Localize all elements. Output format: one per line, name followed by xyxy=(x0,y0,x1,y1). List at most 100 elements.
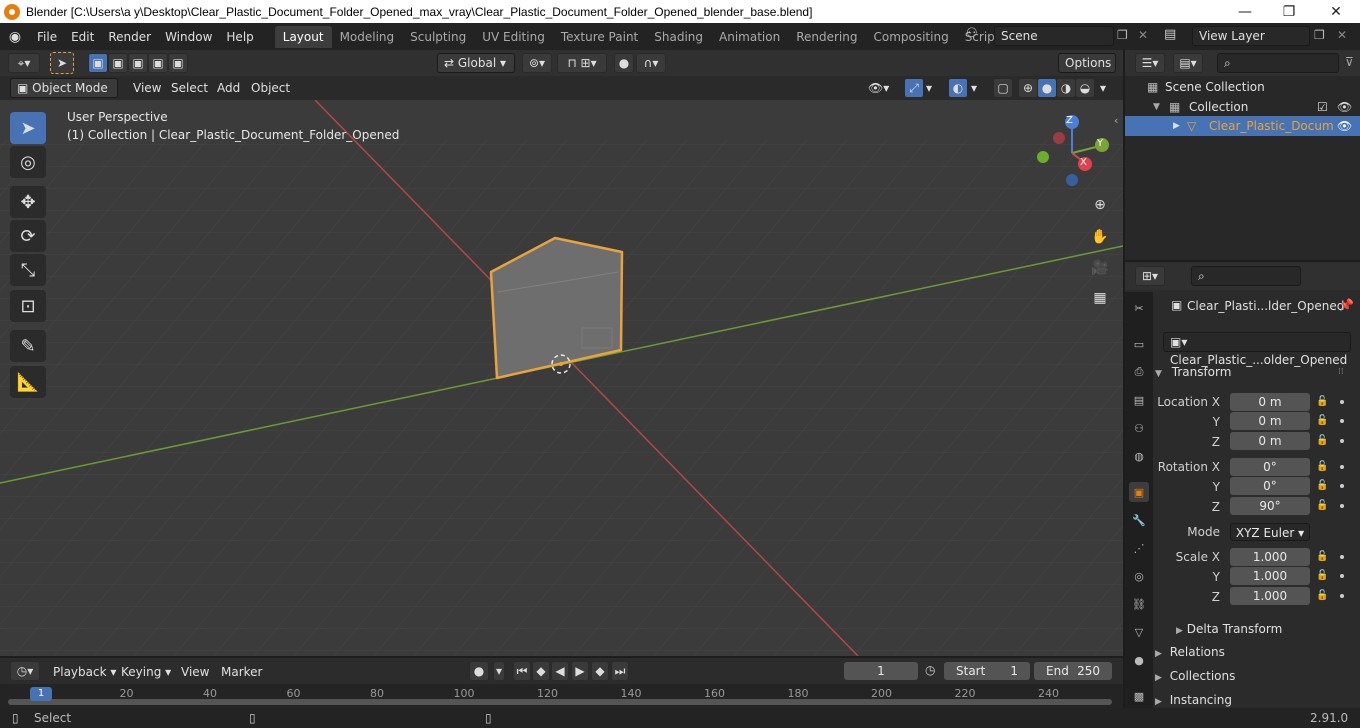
select-box-tool-icon[interactable]: ➤ xyxy=(50,52,74,74)
lock-location-x-icon[interactable]: 🔓 xyxy=(1316,396,1328,407)
scale-x-field[interactable]: 1.000 xyxy=(1230,548,1310,566)
timeline-editor-icon[interactable]: ◷▾ xyxy=(10,661,40,681)
keyframe-rotation-y-icon[interactable] xyxy=(1340,484,1344,488)
play-reverse-icon[interactable]: ◀ xyxy=(551,661,569,681)
relations-expand-icon[interactable]: ▶ xyxy=(1155,649,1162,659)
delete-view-layer-icon[interactable]: ✕ xyxy=(1337,28,1347,42)
keyframe-location-x-icon[interactable] xyxy=(1340,400,1344,404)
keyframe-location-y-icon[interactable] xyxy=(1340,419,1344,423)
sidebar-toggle-icon[interactable]: ‹ xyxy=(1114,114,1118,127)
shading-dropdown-icon[interactable]: ▾ xyxy=(1100,79,1106,97)
lock-scale-y-icon[interactable]: 🔓 xyxy=(1316,570,1328,581)
lock-scale-x-icon[interactable]: 🔓 xyxy=(1316,551,1328,562)
shading-wireframe-icon[interactable]: ⊕ xyxy=(1018,78,1038,98)
outliner-scene-collection[interactable]: ▦ Scene Collection xyxy=(1125,77,1360,97)
rotate-tool-icon[interactable]: ⟳ xyxy=(10,220,46,252)
minimize-button[interactable]: — xyxy=(1222,0,1268,23)
delta-expand-icon[interactable]: ▶ xyxy=(1176,626,1183,636)
tab-layout[interactable]: Layout xyxy=(274,25,332,48)
menu-timeline-view[interactable]: View xyxy=(181,663,209,681)
shading-rendered-icon[interactable]: ◒ xyxy=(1075,78,1095,98)
keyframe-scale-x-icon[interactable] xyxy=(1340,555,1344,559)
playhead[interactable]: 1 xyxy=(30,687,52,701)
shading-material-icon[interactable]: ◑ xyxy=(1056,78,1076,98)
editor-type-icon[interactable]: ⌖▾ xyxy=(8,53,40,73)
annotate-tool-icon[interactable]: ✎ xyxy=(10,330,46,362)
menu-select[interactable]: Select xyxy=(171,79,208,97)
object-datablock-field[interactable]: ▣▾ Clear_Plastic_...older_Opened xyxy=(1163,332,1351,367)
camera-view-icon[interactable]: 🎥 xyxy=(1087,255,1113,281)
next-keyframe-icon[interactable]: ◆ xyxy=(591,661,609,681)
relations-header[interactable]: ▶ Relations xyxy=(1155,645,1225,659)
view-layer-icon[interactable]: ▤ xyxy=(1164,27,1176,42)
preview-range-icon[interactable]: ◷ xyxy=(925,663,935,677)
instancing-header[interactable]: ▶ Instancing xyxy=(1155,693,1232,707)
scale-z-field[interactable]: 1.000 xyxy=(1230,587,1310,605)
select-mode-new-icon[interactable]: ▣ xyxy=(88,53,108,73)
end-frame-field[interactable]: End 250 xyxy=(1034,662,1112,680)
proportional-falloff-icon[interactable]: ∩▾ xyxy=(636,53,666,73)
keyframe-scale-y-icon[interactable] xyxy=(1340,574,1344,578)
menu-add[interactable]: Add xyxy=(217,79,240,97)
transform-orientation-dropdown[interactable]: ⇄ Global ▾ xyxy=(437,53,515,73)
menu-render[interactable]: Render xyxy=(101,26,158,48)
transform-expand-icon[interactable]: ▼ xyxy=(1155,369,1162,379)
tab-animation[interactable]: Animation xyxy=(711,26,788,48)
start-frame-field[interactable]: Start 1 xyxy=(944,662,1030,680)
data-tab-icon[interactable]: ▽ xyxy=(1129,622,1149,642)
keyframe-rotation-x-icon[interactable] xyxy=(1340,465,1344,469)
menu-help[interactable]: Help xyxy=(219,26,260,48)
timeline-ruler[interactable]: 120406080100120140160180200220240 1 xyxy=(0,684,1123,708)
tab-shading[interactable]: Shading xyxy=(646,26,711,48)
location-y-field[interactable]: 0 m xyxy=(1230,412,1310,430)
overlay-toggle-icon[interactable]: ◐ xyxy=(948,78,968,98)
lock-rotation-x-icon[interactable]: 🔓 xyxy=(1316,461,1328,472)
overlay-dropdown-icon[interactable]: ▾ xyxy=(971,79,977,97)
menu-view[interactable]: View xyxy=(133,79,161,97)
snap-icon[interactable]: ⊓ ⊞▾ xyxy=(557,53,607,73)
scale-tool-icon[interactable]: ⤡ xyxy=(10,254,46,286)
lock-location-z-icon[interactable]: 🔓 xyxy=(1316,435,1328,446)
menu-marker[interactable]: Marker xyxy=(221,663,262,681)
select-tool-icon[interactable]: ➤ xyxy=(10,112,46,144)
properties-search-input[interactable]: ⌕ xyxy=(1191,266,1301,286)
expand-collection-icon[interactable]: ▼ xyxy=(1153,97,1160,117)
keyframe-location-z-icon[interactable] xyxy=(1340,439,1344,443)
prev-keyframe-icon[interactable]: ◆ xyxy=(532,661,550,681)
record-dropdown-icon[interactable]: ▾ xyxy=(493,661,505,681)
select-mode-intersect-icon[interactable]: ▣ xyxy=(168,53,188,73)
collections-expand-icon[interactable]: ▶ xyxy=(1155,673,1162,683)
filter-icon[interactable]: ⊽ xyxy=(1345,55,1354,69)
select-mode-extend-icon[interactable]: ▣ xyxy=(108,53,128,73)
menu-playback[interactable]: Playback ▾ xyxy=(53,663,116,681)
new-scene-icon[interactable]: ❐ xyxy=(1117,28,1128,42)
current-frame-field[interactable]: 1 xyxy=(844,662,918,680)
tool-tab-icon[interactable]: ✂ xyxy=(1129,298,1149,318)
lock-location-y-icon[interactable]: 🔓 xyxy=(1316,415,1328,426)
maximize-button[interactable]: ❐ xyxy=(1266,0,1312,23)
object-visibility-icon[interactable]: 👁 xyxy=(1337,116,1352,136)
menu-object[interactable]: Object xyxy=(251,79,290,97)
tab-modeling[interactable]: Modeling xyxy=(332,26,403,48)
ortho-toggle-icon[interactable]: ▦ xyxy=(1087,285,1113,311)
move-tool-icon[interactable]: ✥ xyxy=(10,186,46,218)
cursor-tool-icon[interactable]: ◎ xyxy=(10,146,46,178)
tab-rendering[interactable]: Rendering xyxy=(788,26,865,48)
transform-panel-header[interactable]: ▼ Transform xyxy=(1155,365,1231,379)
scene-icon[interactable]: ⚇ xyxy=(966,26,988,46)
instancing-expand-icon[interactable]: ▶ xyxy=(1155,697,1162,707)
rotation-z-field[interactable]: 90° xyxy=(1230,497,1310,515)
view-layer-selector[interactable]: View Layer xyxy=(1192,26,1310,46)
pan-hand-icon[interactable]: ✋ xyxy=(1087,224,1113,250)
lock-rotation-y-icon[interactable]: 🔓 xyxy=(1316,480,1328,491)
outliner-search-input[interactable]: ⌕ xyxy=(1217,53,1339,73)
scale-y-field[interactable]: 1.000 xyxy=(1230,567,1310,585)
rotation-x-field[interactable]: 0° xyxy=(1230,458,1310,476)
options-dropdown[interactable]: Options ▾ xyxy=(1058,53,1116,88)
outliner-editor-icon[interactable]: ☰▾ xyxy=(1135,53,1165,73)
tab-compositing[interactable]: Compositing xyxy=(865,26,956,48)
lock-rotation-z-icon[interactable]: 🔓 xyxy=(1316,500,1328,511)
lock-scale-z-icon[interactable]: 🔓 xyxy=(1316,590,1328,601)
collection-visibility-icon[interactable]: 👁 xyxy=(1337,97,1352,117)
zoom-icon[interactable]: ⊕ xyxy=(1087,192,1113,218)
